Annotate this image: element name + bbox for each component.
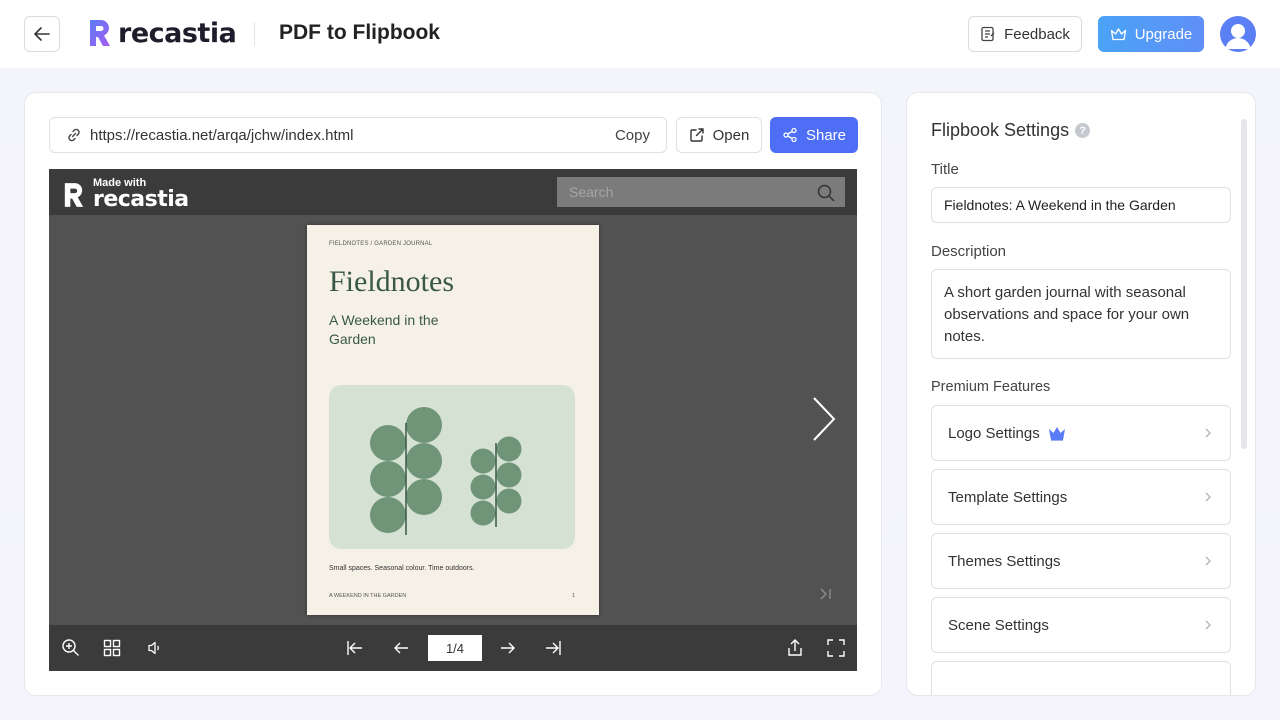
last-page-icon[interactable] xyxy=(543,638,563,658)
settings-scrollbar[interactable] xyxy=(1241,119,1247,449)
feedback-icon xyxy=(981,26,995,42)
page-number: 1 xyxy=(572,593,576,599)
avatar-icon xyxy=(1225,24,1251,49)
feature-label: Scene Settings xyxy=(948,616,1049,634)
upgrade-button[interactable]: Upgrade xyxy=(1098,16,1204,52)
chevron-right-icon xyxy=(1205,492,1211,502)
page-illustration xyxy=(329,385,575,549)
last-page-corner-icon[interactable] xyxy=(819,587,833,601)
title-input[interactable] xyxy=(931,187,1231,223)
external-link-icon xyxy=(689,128,704,142)
logo-settings-item[interactable]: Logo Settings xyxy=(931,405,1231,461)
page-footer-left: A WEEKEND IN THE GARDEN xyxy=(329,593,407,599)
plant-illustration xyxy=(370,407,522,535)
app-header: recastia PDF to Flipbook Feedback Upgrad… xyxy=(0,0,1280,68)
premium-crown-icon xyxy=(1048,426,1065,441)
chevron-right-icon xyxy=(1205,620,1211,630)
page-subtitle: A Weekend in the Garden xyxy=(329,312,439,347)
user-avatar[interactable] xyxy=(1220,16,1256,52)
previous-page-icon[interactable] xyxy=(391,638,411,658)
settings-title-text: Flipbook Settings xyxy=(931,120,1070,140)
feature-label: Logo Settings xyxy=(948,424,1040,442)
logo-mark-icon xyxy=(90,20,110,46)
feature-label: Template Settings xyxy=(948,488,1068,506)
feedback-label: Feedback xyxy=(1004,25,1070,43)
back-button[interactable] xyxy=(24,16,60,52)
copy-button[interactable]: Copy xyxy=(615,127,650,144)
scene-settings-item[interactable]: Scene Settings xyxy=(931,597,1231,653)
flipbook-viewer: Made with recastia FIELDNOTES / GARDEN J… xyxy=(49,169,857,671)
settings-panel-title: Flipbook Settings ? xyxy=(931,120,1091,141)
share-icon xyxy=(783,127,797,143)
first-page-icon[interactable] xyxy=(345,638,365,658)
made-with-badge[interactable]: Made with recastia xyxy=(63,178,189,211)
chevron-right-icon xyxy=(1205,428,1211,438)
share-url-box: https://recastia.net/arqa/jchw/index.htm… xyxy=(49,117,667,153)
next-page-arrow-icon[interactable] xyxy=(811,395,837,443)
title-label: Title xyxy=(931,161,959,178)
search-icon[interactable] xyxy=(817,184,835,202)
crown-icon xyxy=(1110,27,1126,40)
premium-features-label: Premium Features xyxy=(931,379,1051,395)
flipbook-settings-panel: Flipbook Settings ? Title Description A … xyxy=(906,92,1256,696)
feature-label: Themes Settings xyxy=(948,552,1061,570)
open-button[interactable]: Open xyxy=(676,117,762,153)
share-label: Share xyxy=(805,126,847,144)
thumbnails-grid-icon[interactable] xyxy=(102,638,122,658)
arrow-left-icon xyxy=(34,27,50,41)
page-title-text: Fieldnotes xyxy=(329,265,454,298)
link-icon xyxy=(68,128,80,142)
page-header-text: FIELDNOTES / GARDEN JOURNAL xyxy=(329,241,433,247)
made-with-brand: recastia xyxy=(93,187,189,212)
feedback-button[interactable]: Feedback xyxy=(968,16,1082,52)
logo-text: recastia xyxy=(118,17,237,49)
chevron-right-icon xyxy=(1205,556,1211,566)
share-url-text[interactable]: https://recastia.net/arqa/jchw/index.htm… xyxy=(90,127,615,144)
page-title: PDF to Flipbook xyxy=(279,21,440,44)
preview-panel: https://recastia.net/arqa/jchw/index.htm… xyxy=(24,92,882,696)
page-tagline: Small spaces. Seasonal colour. Time outd… xyxy=(329,565,475,572)
header-divider xyxy=(254,22,255,46)
upgrade-label: Upgrade xyxy=(1134,25,1193,43)
zoom-in-icon[interactable] xyxy=(61,638,81,658)
viewer-toolbar xyxy=(49,625,857,671)
viewer-search-input[interactable] xyxy=(557,177,845,207)
next-settings-item-partial[interactable] xyxy=(931,661,1231,695)
open-label: Open xyxy=(712,126,750,144)
sound-icon[interactable] xyxy=(145,638,165,658)
flipbook-page[interactable]: FIELDNOTES / GARDEN JOURNAL Fieldnotes A… xyxy=(307,225,599,615)
help-icon[interactable]: ? xyxy=(1075,123,1091,138)
share-export-icon[interactable] xyxy=(785,638,805,658)
fullscreen-icon[interactable] xyxy=(826,638,846,658)
logo-mark-icon xyxy=(64,182,84,207)
description-input[interactable]: A short garden journal with seasonal obs… xyxy=(931,269,1231,359)
next-page-icon[interactable] xyxy=(498,638,518,658)
viewer-top-bar: Made with recastia xyxy=(49,169,857,215)
share-button[interactable]: Share xyxy=(770,117,858,153)
page-indicator-input[interactable] xyxy=(428,635,482,661)
brand-logo[interactable]: recastia xyxy=(88,16,237,50)
description-label: Description xyxy=(931,243,1007,260)
template-settings-item[interactable]: Template Settings xyxy=(931,469,1231,525)
themes-settings-item[interactable]: Themes Settings xyxy=(931,533,1231,589)
